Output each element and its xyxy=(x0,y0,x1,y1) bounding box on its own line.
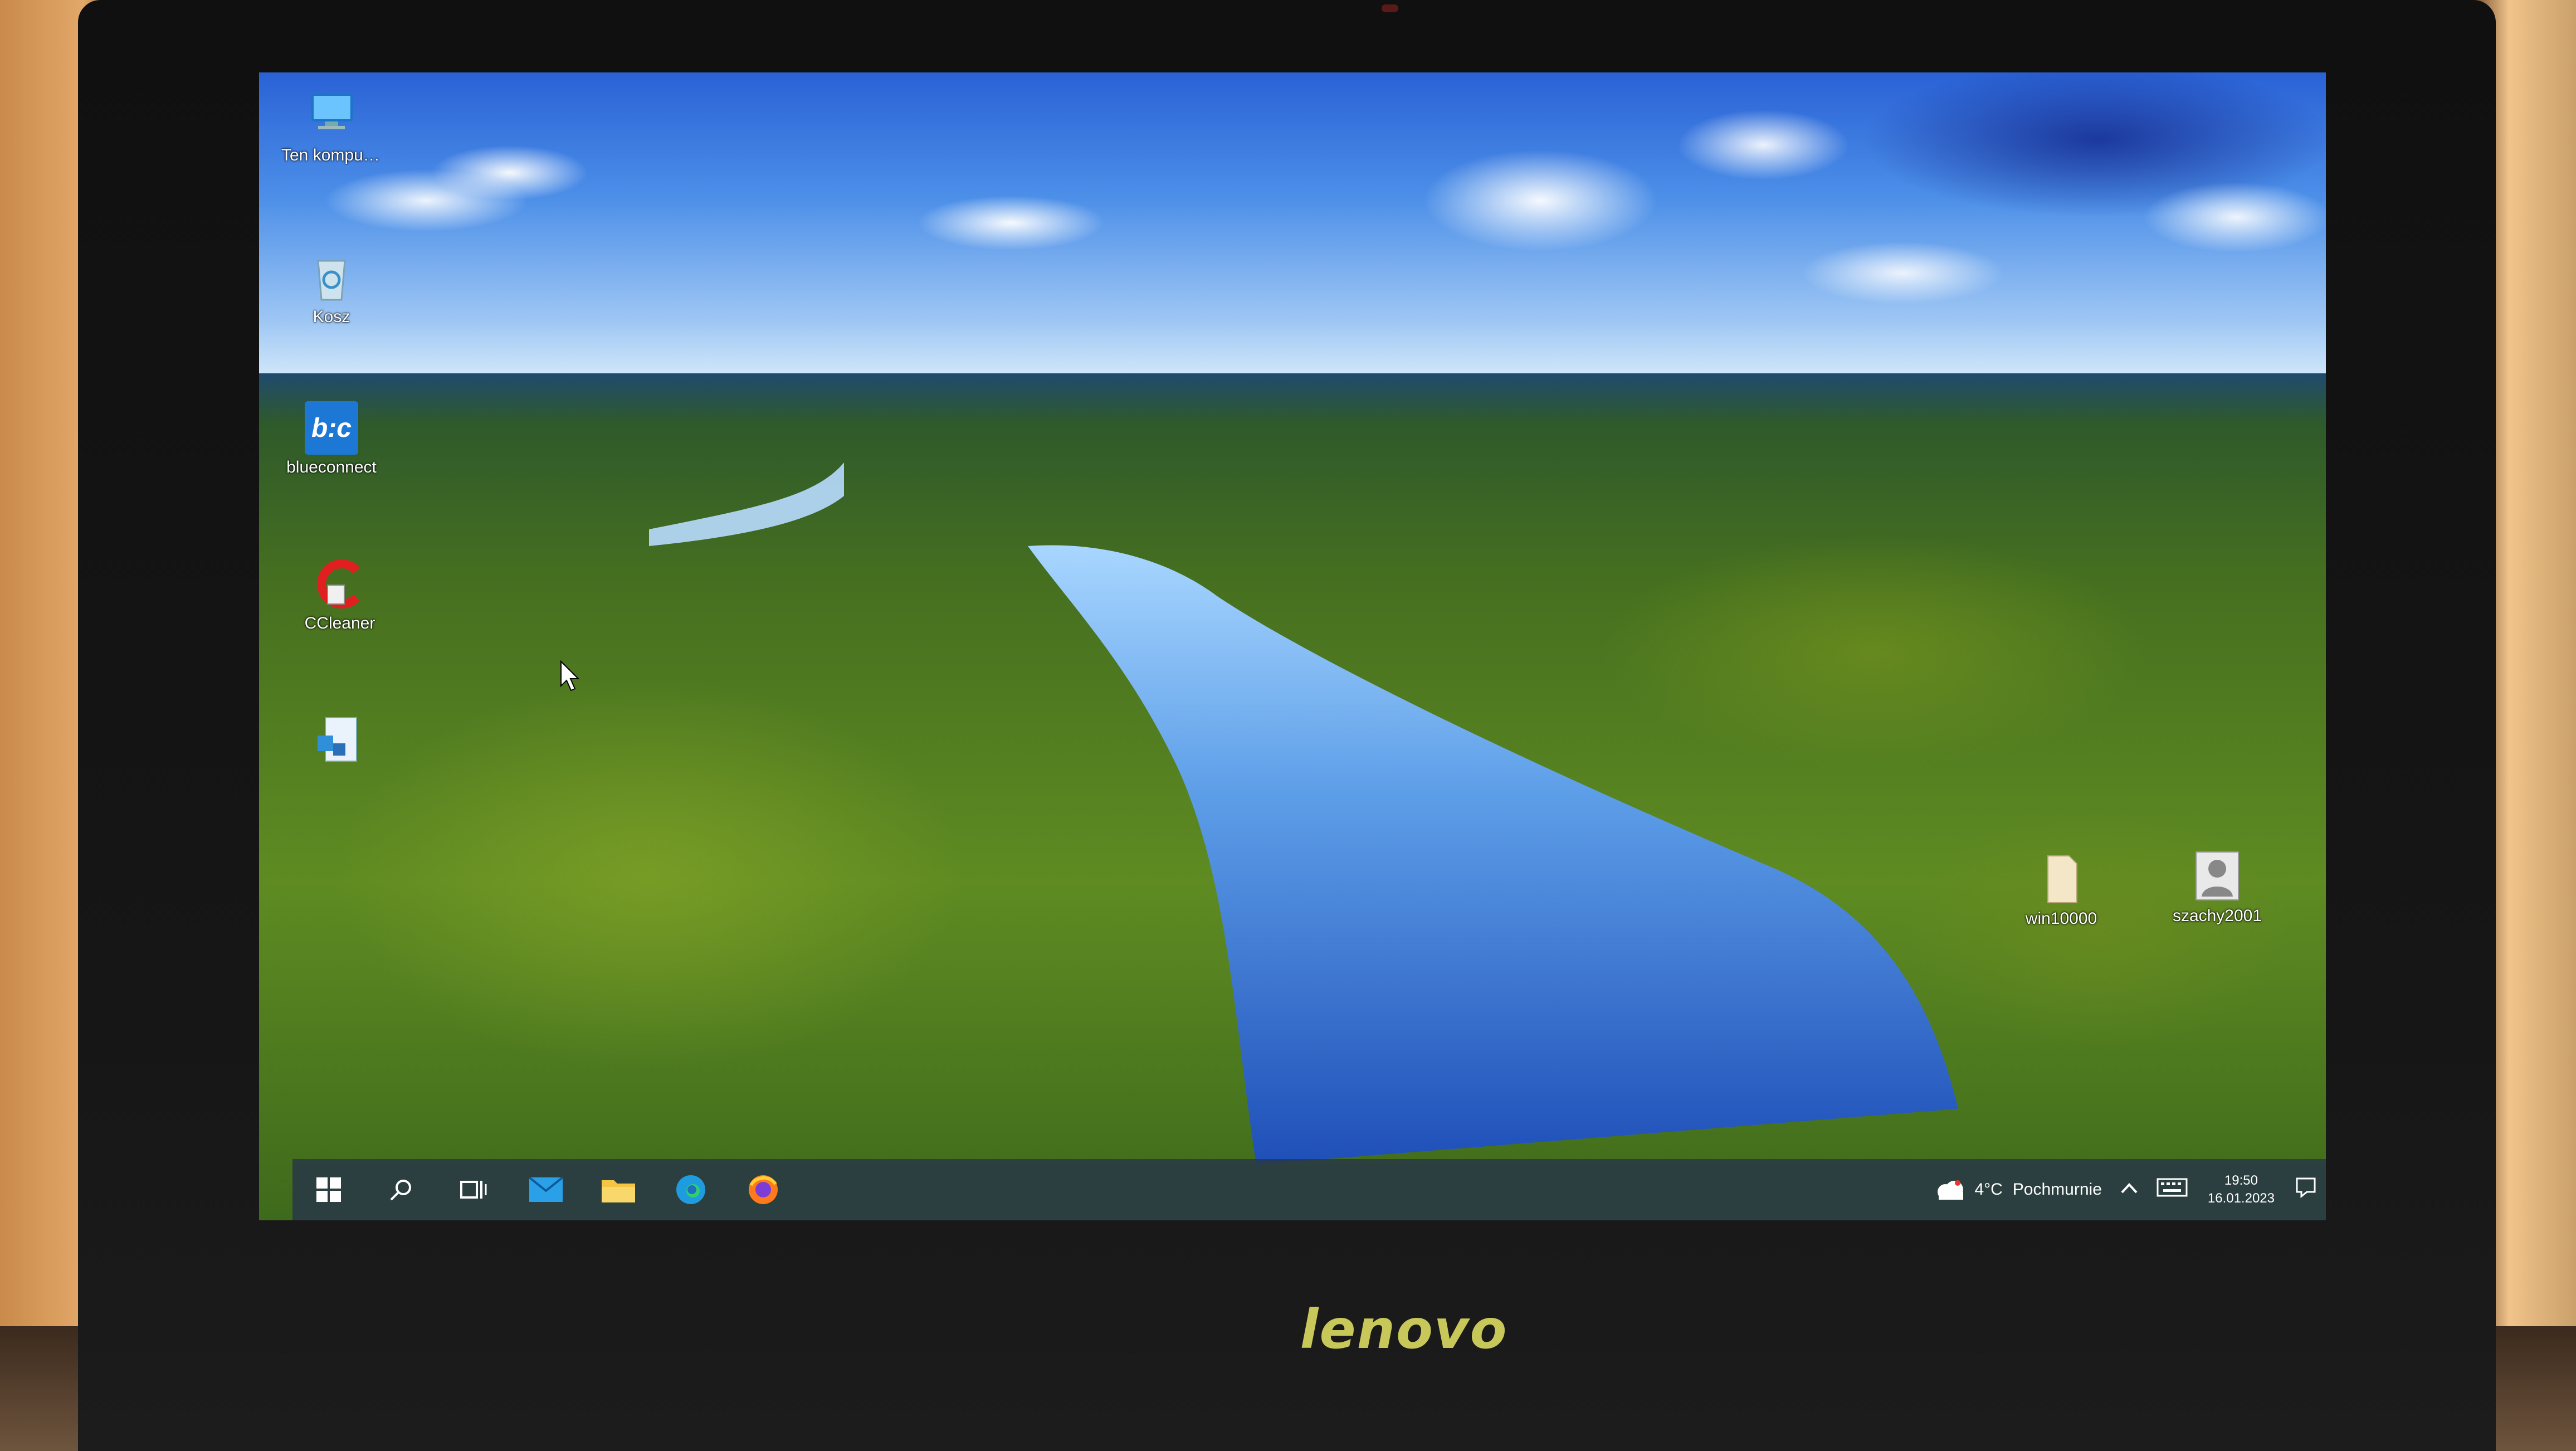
cloudy-weather-icon xyxy=(1938,1180,1964,1200)
recycle-bin-icon xyxy=(305,251,358,304)
webcam xyxy=(1382,4,1398,12)
weather-condition: Pochmurnie xyxy=(2012,1180,2102,1199)
taskbar[interactable]: 4°C Pochmurnie 19:50 16.01.2023 xyxy=(292,1159,2326,1220)
notification-icon xyxy=(2296,1177,2316,1199)
file-explorer-button[interactable] xyxy=(582,1159,655,1220)
notifications-button[interactable] xyxy=(2295,1176,2317,1203)
file-icon xyxy=(2035,853,2088,906)
search-icon xyxy=(390,1180,411,1201)
desktop-icon-label: Ten komputer xyxy=(281,146,382,164)
edge-browser-button[interactable] xyxy=(655,1159,727,1220)
keyboard-icon xyxy=(2157,1178,2188,1197)
desktop-screen[interactable]: Ten komputer Kosz b:c blueconnect CClean… xyxy=(259,72,2326,1220)
weather-widget[interactable]: 4°C Pochmurnie xyxy=(1933,1179,2102,1201)
desktop-icon-label: CCleaner xyxy=(304,614,375,632)
start-button[interactable] xyxy=(292,1159,365,1220)
desktop-icon-label: szachy2001 xyxy=(2172,907,2262,925)
search-button[interactable] xyxy=(365,1159,437,1220)
task-view-button[interactable] xyxy=(437,1159,510,1220)
desktop-icon-win10000[interactable]: win10000 xyxy=(2011,853,2111,928)
ccleaner-icon xyxy=(313,557,367,611)
clock[interactable]: 19:50 16.01.2023 xyxy=(2208,1172,2275,1207)
desktop-icon-szachy2001[interactable]: szachy2001 xyxy=(2167,850,2267,926)
chevron-up-icon xyxy=(2121,1183,2138,1194)
task-view-icon xyxy=(460,1181,487,1199)
weather-temperature: 4°C xyxy=(1974,1180,2003,1199)
document-icon xyxy=(313,713,367,767)
wallpaper-river xyxy=(649,462,1958,1165)
edge-icon xyxy=(676,1175,705,1204)
desktop-icon-label: Kosz xyxy=(313,308,350,326)
desktop-icon-ccleaner[interactable]: CCleaner xyxy=(290,557,390,633)
computer-icon xyxy=(305,89,358,143)
desktop-icon-this-pc[interactable]: Ten komputer xyxy=(281,89,382,165)
clock-date: 16.01.2023 xyxy=(2207,1191,2275,1206)
system-tray[interactable]: 4°C Pochmurnie 19:50 16.01.2023 xyxy=(1924,1159,2326,1220)
desktop-icon-document[interactable] xyxy=(290,713,390,770)
user-icon xyxy=(2190,850,2244,903)
desktop-icon-label: win10000 xyxy=(2025,909,2097,928)
mail-app-button[interactable] xyxy=(510,1159,582,1220)
desktop-icon-label: blueconnect xyxy=(286,458,377,476)
desktop-icon-blueconnect[interactable]: b:c blueconnect xyxy=(281,401,382,477)
blueconnect-app-icon: b:c xyxy=(305,401,358,455)
clock-time: 19:50 xyxy=(2224,1173,2258,1188)
lenovo-logo: lenovo xyxy=(1300,1298,1508,1361)
firefox-icon xyxy=(749,1175,778,1204)
blueconnect-glyph: b:c xyxy=(311,413,352,443)
firefox-browser-button[interactable] xyxy=(727,1159,799,1220)
mail-icon xyxy=(529,1177,563,1202)
folder-icon xyxy=(602,1180,635,1202)
desktop-icon-recycle-bin[interactable]: Kosz xyxy=(281,251,382,327)
show-hidden-icons-button[interactable] xyxy=(2120,1180,2139,1199)
mouse-pointer-icon xyxy=(560,660,580,692)
windows-logo-icon xyxy=(316,1177,341,1202)
keyboard-button[interactable] xyxy=(2157,1178,2188,1201)
